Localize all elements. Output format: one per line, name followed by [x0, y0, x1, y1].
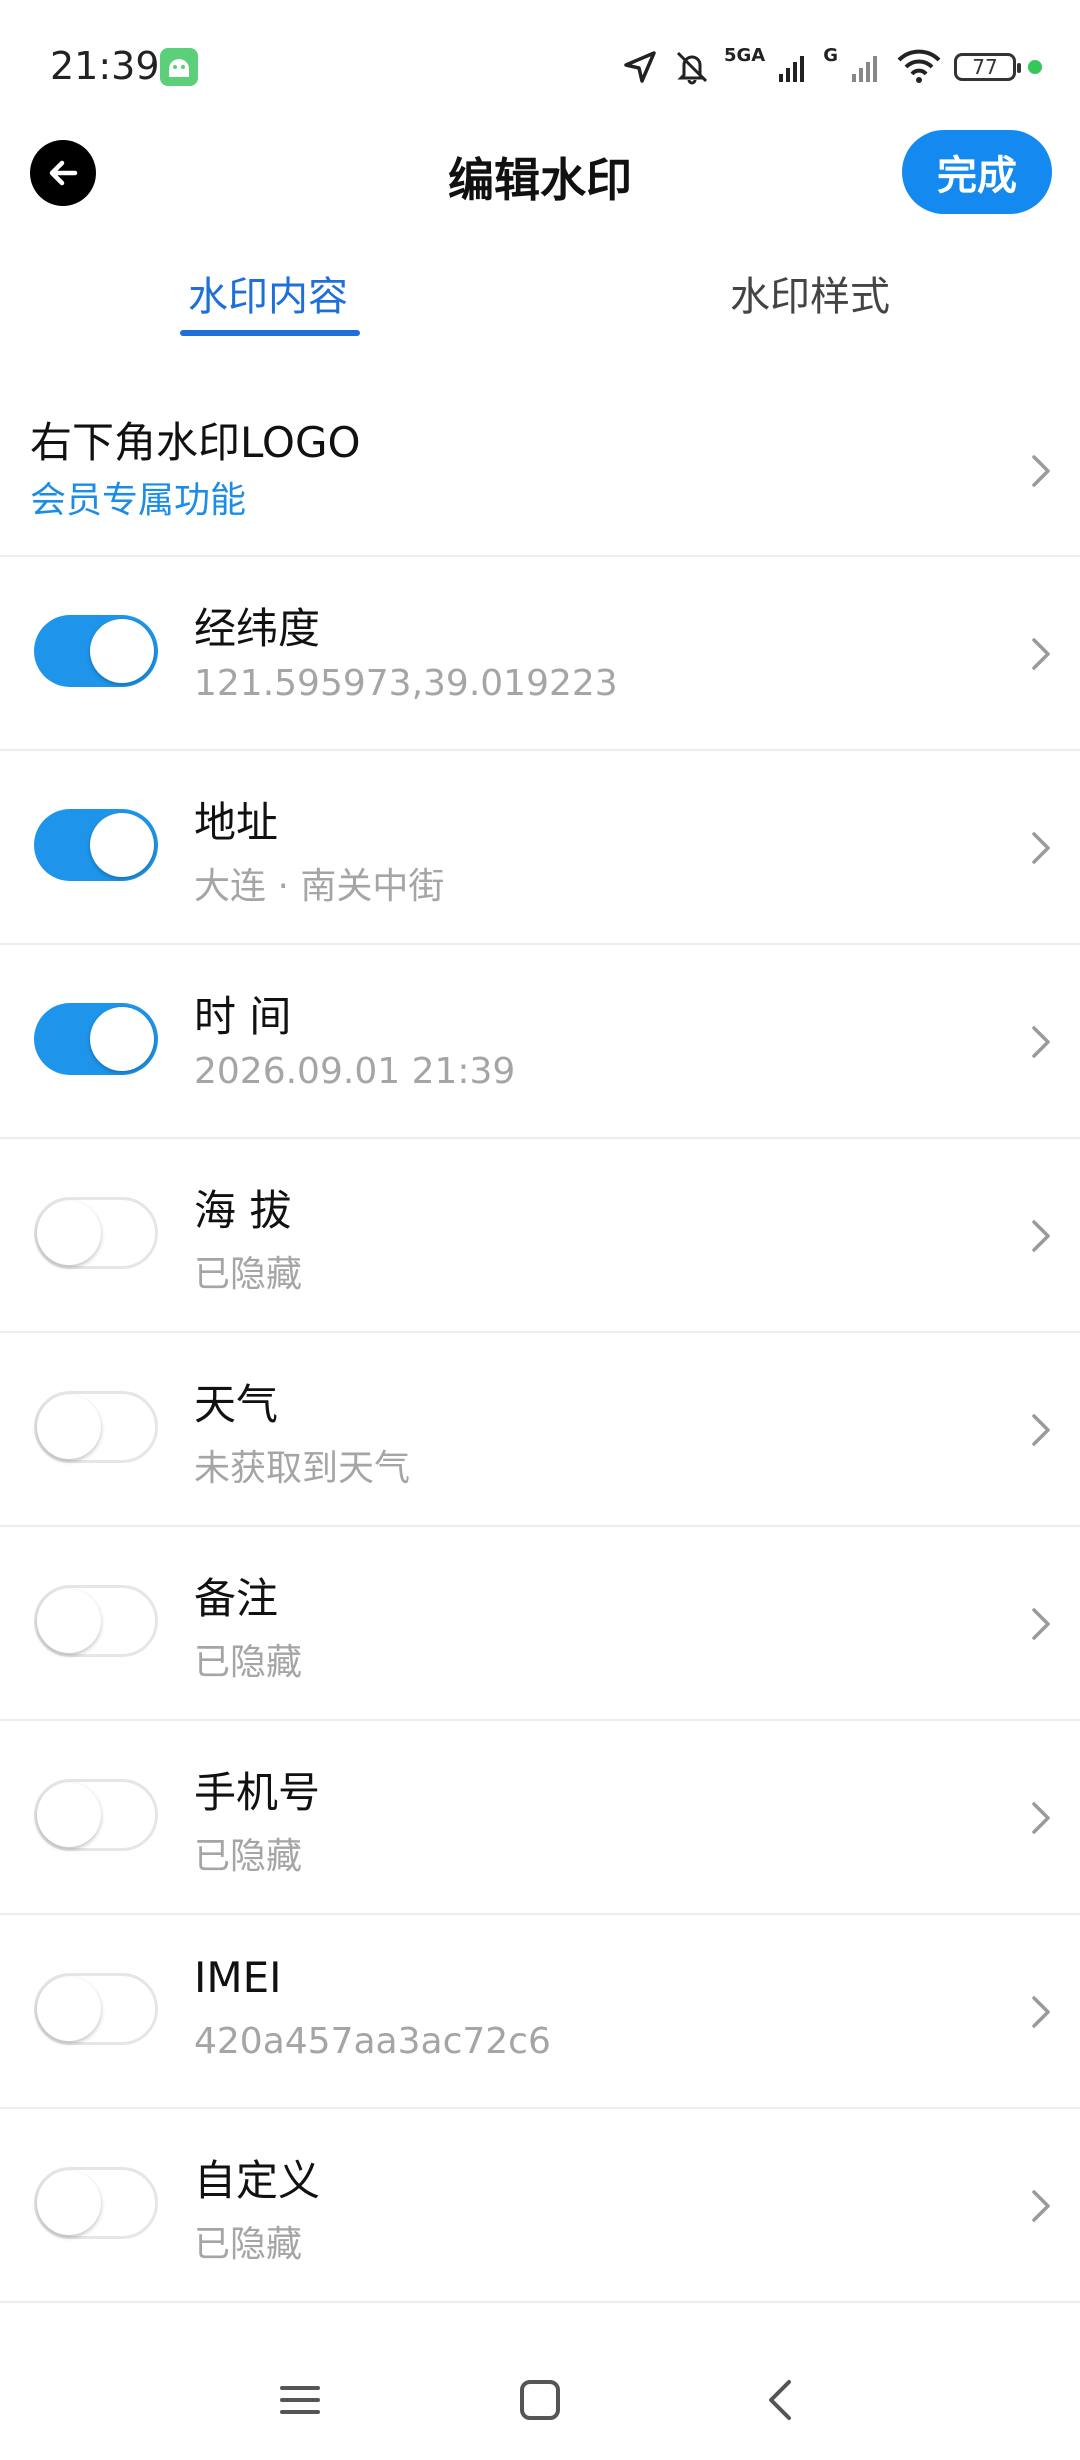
- imei-toggle[interactable]: [34, 1973, 158, 2045]
- time-toggle[interactable]: [34, 1003, 158, 1075]
- setting-label: 备注: [194, 1574, 279, 1623]
- chevron-right-icon: [1032, 1802, 1050, 1834]
- signal-icon-secondary: [852, 56, 877, 82]
- tab-bar: 水印内容 水印样式: [0, 262, 1080, 342]
- setting-row-custom[interactable]: 自定义 已隐藏: [0, 2109, 1080, 2303]
- network-label-g: G: [823, 44, 838, 66]
- setting-row-note[interactable]: 备注 已隐藏: [0, 1527, 1080, 1721]
- toggle-knob: [37, 1589, 101, 1653]
- note-toggle[interactable]: [34, 1585, 158, 1657]
- setting-label: 自定义: [194, 2156, 321, 2205]
- android-app-icon: [160, 48, 198, 86]
- setting-value: 2026.09.01 21:39: [194, 1051, 516, 1092]
- setting-label: 地址: [194, 798, 279, 847]
- setting-row-address[interactable]: 地址 大连 · 南关中街: [0, 751, 1080, 945]
- setting-value: 已隐藏: [194, 1254, 303, 1295]
- menu-button[interactable]: [270, 2370, 330, 2430]
- setting-row-imei[interactable]: IMEI 420a457aa3ac72c6: [0, 1915, 1080, 2109]
- altitude-toggle[interactable]: [34, 1197, 158, 1269]
- privacy-indicator-dot: [1028, 60, 1042, 74]
- weather-toggle[interactable]: [34, 1391, 158, 1463]
- setting-value: 大连 · 南关中街: [194, 866, 445, 907]
- phone-toggle[interactable]: [34, 1779, 158, 1851]
- toggle-knob: [37, 2171, 101, 2235]
- status-icons: 5GA G 77: [620, 44, 1042, 90]
- setting-label: 手机号: [194, 1768, 321, 1817]
- status-bar: 21:39 5GA G 77: [0, 0, 1080, 130]
- chevron-right-icon: [1032, 638, 1050, 670]
- setting-label: 海 拔: [194, 1186, 292, 1235]
- signal-icon: [779, 56, 805, 82]
- home-icon: [520, 2380, 560, 2420]
- setting-label: IMEI: [194, 1953, 282, 2002]
- setting-value: 未获取到天气: [194, 1448, 411, 1489]
- toggle-knob: [90, 619, 154, 683]
- custom-toggle[interactable]: [34, 2167, 158, 2239]
- system-nav-bar: [0, 2330, 1080, 2460]
- toggle-knob: [90, 813, 154, 877]
- wifi-icon: [897, 49, 941, 83]
- location-icon: [624, 51, 656, 83]
- chevron-right-icon: [1032, 1996, 1050, 2028]
- battery-icon: 77: [954, 53, 1021, 81]
- logo-setting-title: 右下角水印LOGO: [30, 418, 361, 467]
- done-button[interactable]: 完成: [902, 130, 1052, 214]
- setting-value: 121.595973,39.019223: [194, 663, 618, 704]
- setting-label: 经纬度: [194, 604, 321, 653]
- toggle-knob: [37, 1783, 101, 1847]
- chevron-right-icon: [1032, 1414, 1050, 1446]
- tab-active-indicator: [180, 330, 360, 336]
- menu-icon: [280, 2386, 320, 2414]
- toggle-knob: [37, 1977, 101, 2041]
- nav-back-button[interactable]: [750, 2370, 810, 2430]
- tab-watermark-style[interactable]: 水印样式: [730, 262, 890, 342]
- setting-value: 已隐藏: [194, 1836, 303, 1877]
- setting-label: 天气: [194, 1380, 279, 1429]
- chevron-right-icon: [1032, 1026, 1050, 1058]
- setting-value: 已隐藏: [194, 1642, 303, 1683]
- setting-value: 420a457aa3ac72c6: [194, 2021, 551, 2062]
- setting-list: 经纬度 121.595973,39.019223 地址 大连 · 南关中街 时 …: [0, 557, 1080, 2303]
- setting-row-weather[interactable]: 天气 未获取到天气: [0, 1333, 1080, 1527]
- chevron-right-icon: [1032, 2190, 1050, 2222]
- chevron-right-icon: [1032, 455, 1050, 487]
- setting-row-latlng[interactable]: 经纬度 121.595973,39.019223: [0, 557, 1080, 751]
- setting-row-time[interactable]: 时 间 2026.09.01 21:39: [0, 945, 1080, 1139]
- chevron-right-icon: [1032, 1220, 1050, 1252]
- toggle-knob: [37, 1395, 101, 1459]
- back-icon: [769, 2380, 791, 2420]
- home-button[interactable]: [510, 2370, 570, 2430]
- address-toggle[interactable]: [34, 809, 158, 881]
- toggle-knob: [37, 1201, 101, 1265]
- chevron-right-icon: [1032, 832, 1050, 864]
- latlng-toggle[interactable]: [34, 615, 158, 687]
- member-only-label: 会员专属功能: [30, 480, 247, 521]
- setting-value: 已隐藏: [194, 2224, 303, 2265]
- setting-row-altitude[interactable]: 海 拔 已隐藏: [0, 1139, 1080, 1333]
- setting-row-phone[interactable]: 手机号 已隐藏: [0, 1721, 1080, 1915]
- logo-setting-row[interactable]: 右下角水印LOGO 会员专属功能: [0, 385, 1080, 557]
- network-label-5ga: 5GA: [723, 44, 766, 66]
- chevron-right-icon: [1032, 1608, 1050, 1640]
- header: 编辑水印 完成: [0, 130, 1080, 260]
- setting-label: 时 间: [194, 992, 292, 1041]
- mute-bell-icon: [676, 51, 708, 85]
- toggle-knob: [90, 1007, 154, 1071]
- status-time: 21:39: [50, 44, 160, 88]
